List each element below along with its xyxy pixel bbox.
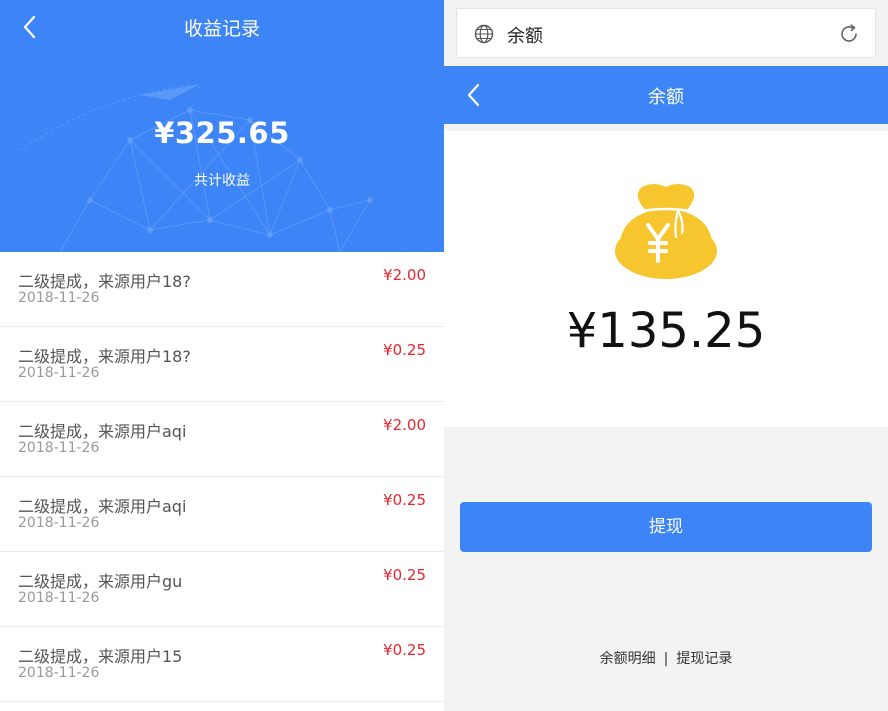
record-date: 2018-11-26	[18, 290, 100, 306]
balance-detail-link[interactable]: 余额明细	[600, 651, 656, 667]
record-amount: ¥0.25	[383, 491, 426, 509]
record-amount: ¥0.25	[383, 641, 426, 659]
earnings-header: 收益记录 ¥325.65 共计收益	[0, 0, 444, 252]
record-amount: ¥0.25	[383, 566, 426, 584]
address-bar-text: 余额	[507, 26, 543, 47]
record-title: 二级提成，来源用户18?	[18, 272, 191, 291]
record-amount: ¥0.25	[383, 341, 426, 359]
record-date: 2018-11-26	[18, 440, 100, 456]
record-amount: ¥2.00	[383, 416, 426, 434]
page-title: 余额	[648, 87, 684, 108]
list-item[interactable]: 二级提成，来源用户gu 2018-11-26 ¥0.25	[0, 552, 444, 627]
address-bar[interactable]: 余额	[456, 8, 876, 58]
earnings-record-screen: 收益记录 ¥325.65 共计收益 二级提成，来源用户18? 2018-11-2…	[0, 0, 444, 711]
list-item[interactable]: 二级提成，来源用户aqi 2018-11-26 ¥0.25	[0, 477, 444, 552]
list-item[interactable]: 二级提成，来源用户15 2018-11-26 ¥0.25	[0, 627, 444, 702]
list-item[interactable]: 二级提成，来源用户aqi 2018-11-26 ¥2.00	[0, 402, 444, 477]
globe-icon	[474, 24, 494, 44]
balance-amount: ¥135.25	[566, 303, 766, 359]
balance-card: ¥135.25	[444, 131, 888, 427]
record-title: 二级提成，来源用户15	[18, 647, 183, 666]
withdraw-button[interactable]: 提现	[460, 502, 872, 552]
money-bag-icon	[615, 184, 717, 279]
total-earnings-label: 共计收益	[194, 173, 250, 189]
total-earnings-amount: ¥325.65	[154, 116, 290, 150]
reload-icon[interactable]	[837, 22, 861, 46]
record-title: 二级提成，来源用户aqi	[18, 497, 187, 516]
record-title: 二级提成，来源用户18?	[18, 347, 191, 366]
record-title: 二级提成，来源用户aqi	[18, 422, 187, 441]
record-date: 2018-11-26	[18, 515, 100, 531]
list-item[interactable]: 二级提成，来源用户18? 2018-11-26 ¥2.00	[0, 252, 444, 327]
record-date: 2018-11-26	[18, 590, 100, 606]
link-separator: |	[663, 651, 669, 667]
record-date: 2018-11-26	[18, 665, 100, 681]
withdraw-record-link[interactable]: 提现记录	[676, 651, 732, 667]
earnings-list: 二级提成，来源用户18? 2018-11-26 ¥2.00 二级提成，来源用户1…	[0, 252, 444, 702]
balance-screen: 余额 余额 ¥135.25 提现 余额明细 | 提现记录	[444, 0, 888, 711]
record-date: 2018-11-26	[18, 365, 100, 381]
nav-bar: 余额	[444, 66, 888, 124]
record-title: 二级提成，来源用户gu	[18, 572, 183, 591]
record-amount: ¥2.00	[383, 266, 426, 284]
bottom-links: 余额明细 | 提现记录	[444, 648, 888, 668]
page-title: 收益记录	[183, 18, 260, 40]
list-item[interactable]: 二级提成，来源用户18? 2018-11-26 ¥0.25	[0, 327, 444, 402]
